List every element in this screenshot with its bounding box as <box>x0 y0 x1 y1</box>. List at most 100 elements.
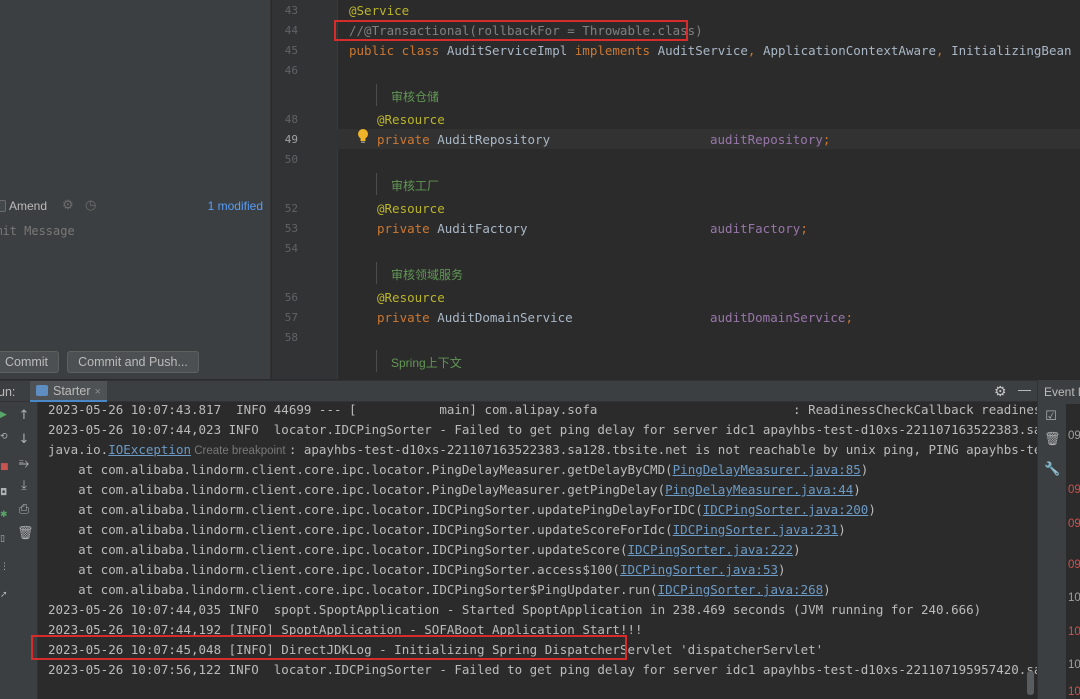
field-name[interactable]: auditDomainService; <box>710 310 853 325</box>
source-link[interactable]: IDCPingSorter.java:268 <box>658 582 824 597</box>
keyword: implements <box>574 43 658 58</box>
source-link[interactable]: IDCPingSorter.java:53 <box>620 562 778 577</box>
field-name[interactable]: auditFactory; <box>710 221 808 236</box>
log-line: 2023-05-26 10:07:56,122 INFO locator.IDC… <box>48 662 1037 677</box>
close-icon[interactable]: × <box>95 386 101 398</box>
semicolon: ; <box>822 132 831 147</box>
stack-trace-line: at com.alibaba.lindorm.client.core.ipc.l… <box>48 562 785 577</box>
field-declaration: private AuditRepository <box>377 132 550 147</box>
source-link[interactable]: PingDelayMeasurer.java:44 <box>665 482 853 497</box>
source-link[interactable]: PingDelayMeasurer.java:85 <box>673 462 861 477</box>
tab-starter-label: Starter <box>53 384 91 398</box>
commit-and-push-button[interactable]: Commit and Push... <box>67 351 199 373</box>
line-number: 53 <box>284 222 298 235</box>
doc-comment: Spring上下文 <box>391 356 462 370</box>
camera-icon[interactable]: ◘ <box>0 488 8 498</box>
comma: , <box>747 43 763 58</box>
semicolon: ; <box>845 310 853 325</box>
gear-icon[interactable]: ⚙ <box>62 197 74 213</box>
event-log-panel: Event l ☑ 🗑 🔧 09 09 09 09 10 10 10 10 <box>1037 380 1080 699</box>
gear-icon[interactable]: ⚙ <box>994 383 1007 400</box>
service-annotation: @Service <box>349 3 410 18</box>
lightbulb-icon[interactable] <box>356 128 370 144</box>
event-entry[interactable]: 09 <box>1068 484 1080 496</box>
event-entry[interactable]: 10 <box>1068 626 1080 638</box>
event-entry[interactable]: 09 <box>1068 518 1080 530</box>
event-log-list[interactable]: 09 09 09 09 10 10 10 10 <box>1066 404 1080 699</box>
line-number: 46 <box>284 64 298 77</box>
amend-checkbox[interactable] <box>0 200 6 212</box>
event-entry[interactable]: 09 <box>1068 430 1080 442</box>
ioexception-link[interactable]: IOException <box>108 442 191 457</box>
modified-files-link[interactable]: 1 modified <box>208 199 263 213</box>
event-entry[interactable]: 10 <box>1068 592 1080 604</box>
event-entry[interactable]: 10 <box>1068 686 1080 698</box>
resource-annotation: @Resource <box>377 112 445 127</box>
doc-comment-bar <box>376 84 377 106</box>
wrench-icon[interactable]: 🔧 <box>1044 462 1060 477</box>
rerun-icon[interactable]: ▶ <box>0 410 8 420</box>
interface-name: InitializingBean { <box>951 43 1080 58</box>
history-clock-icon[interactable]: ◷ <box>85 197 96 213</box>
source-link[interactable]: IDCPingSorter.java:222 <box>627 542 793 557</box>
line-number: 52 <box>284 202 298 215</box>
keyword: private <box>377 132 438 147</box>
amend-row: Amend ⚙ ◷ 1 modified <box>0 196 271 218</box>
amend-label[interactable]: Amend <box>9 199 47 213</box>
stop-icon[interactable]: ■ <box>0 462 9 472</box>
field-name[interactable]: auditRepository; <box>710 132 830 147</box>
log-line: 2023-05-26 10:07:44,035 INFO spopt.Spopt… <box>48 602 982 617</box>
type-name: AuditFactory <box>437 221 528 236</box>
console-scrollbar[interactable] <box>1027 671 1034 695</box>
doc-comment: 审核仓储 <box>391 90 440 104</box>
stack-end: ) <box>793 542 801 557</box>
tab-starter[interactable]: Starter × <box>30 381 107 403</box>
arrow-down-icon[interactable]: ↓ <box>17 432 31 447</box>
highlight-box-sofaboot-start <box>31 635 627 660</box>
commit-button[interactable]: Commit <box>0 351 59 373</box>
soft-wrap-icon[interactable]: ⥱ <box>17 456 31 471</box>
line-number: 50 <box>284 153 298 166</box>
event-entry[interactable]: 10 <box>1068 659 1080 671</box>
stack-trace-line: at com.alibaba.lindorm.client.core.ipc.l… <box>48 582 831 597</box>
scroll-to-end-icon[interactable]: ⤓ <box>17 478 31 493</box>
source-link[interactable]: IDCPingSorter.java:200 <box>703 502 869 517</box>
dots-icon[interactable]: ⋮ <box>0 562 9 572</box>
layout-icon[interactable]: ▯ <box>0 534 8 544</box>
trash-icon[interactable]: 🗑 <box>1044 432 1061 447</box>
event-entry[interactable]: 09 <box>1068 559 1080 571</box>
minimize-icon[interactable]: — <box>1018 382 1031 397</box>
field-name-text: auditRepository <box>710 132 823 147</box>
field-name-text: auditFactory <box>710 221 801 236</box>
class-declaration: public class AuditServiceImpl implements… <box>349 43 1080 58</box>
commit-message-input[interactable]: mmit Message <box>0 224 75 238</box>
field-declaration: private AuditDomainService <box>377 310 573 325</box>
line-number: 44 <box>284 24 298 37</box>
run-config-icon <box>36 385 48 396</box>
pin-icon[interactable]: ➚ <box>0 590 8 600</box>
wrench-icon[interactable]: ⟲ <box>0 432 8 442</box>
print-icon[interactable]: ⎙ <box>17 502 31 517</box>
stack-trace-line: at com.alibaba.lindorm.client.core.ipc.l… <box>48 462 868 477</box>
source-link[interactable]: IDCPingSorter.java:231 <box>673 522 839 537</box>
trash-icon[interactable]: 🗑 <box>17 526 34 541</box>
mark-read-icon[interactable]: ☑ <box>1044 409 1058 424</box>
line-number: 45 <box>284 44 298 57</box>
line-number-gutter: 43 44 45 46 48 49 50 52 53 54 56 57 58 <box>272 0 338 379</box>
run-edge-toolbar: ▶ ⟲ ■ ◘ ✱ ▯ ⋮ ➚ <box>0 402 10 699</box>
log-line-exception: java.io.IOException Create breakpoint : … <box>48 442 1037 457</box>
semicolon: ; <box>800 221 808 236</box>
exception-message: : apayhbs-test-d10xs-221107163522383.sa1… <box>288 442 1037 457</box>
doc-comment: 审核工厂 <box>391 179 440 193</box>
arrow-up-icon[interactable]: ↑ <box>17 408 31 423</box>
line-number: 48 <box>284 113 298 126</box>
commit-panel: Amend ⚙ ◷ 1 modified mmit Message Commit… <box>0 0 271 379</box>
type-name: AuditRepository <box>437 132 551 147</box>
keyword: private <box>377 221 438 236</box>
create-breakpoint-hint[interactable]: Create breakpoint <box>191 445 289 457</box>
exception-prefix: java.io. <box>48 442 109 457</box>
field-declaration: private AuditFactory <box>377 221 528 236</box>
doc-comment: 审核领域服务 <box>391 268 464 282</box>
debug-icon[interactable]: ✱ <box>0 510 8 520</box>
doc-comment-bar <box>376 173 377 195</box>
